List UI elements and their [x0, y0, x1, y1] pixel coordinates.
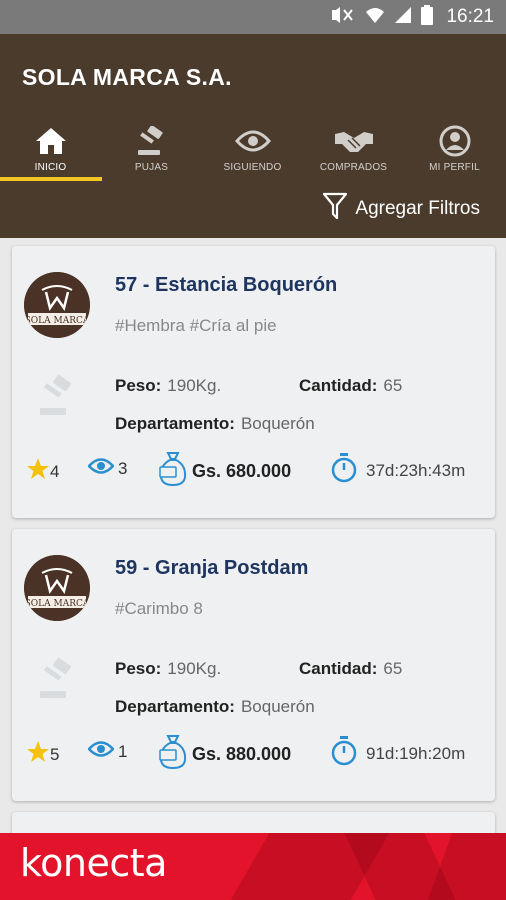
app-header: SOLA MARCA S.A. INICIO PUJAS SIGUIENDO C… [0, 34, 506, 238]
view-count: 3 [87, 457, 127, 480]
svg-text:SOLA MARCA: SOLA MARCA [25, 599, 90, 609]
time-left: 91d:19h:20m [330, 736, 465, 771]
add-filters-button[interactable]: Agregar Filtros [323, 192, 480, 226]
eye-icon [87, 740, 115, 763]
lot-stats: 5 1 Gs. 880.000 91d:19h:20m [26, 734, 486, 770]
lot-card[interactable]: SOLA MARCA 57 - Estancia Boquerón #Hembr… [12, 246, 495, 518]
banner-brand: konecta [20, 841, 167, 885]
money-bag-icon [158, 734, 188, 775]
seller-logo: SOLA MARCA [24, 555, 90, 621]
lot-stats: 4 3 Gs. 680.000 37d:23h:43m [26, 451, 486, 487]
cantidad-row: Cantidad: 65 [299, 376, 403, 395]
rating: 5 [26, 740, 59, 769]
peso-row: Peso: 190Kg. [115, 659, 222, 678]
banner-decoration [427, 833, 506, 900]
price: Gs. 880.000 [158, 734, 291, 775]
stopwatch-icon [330, 736, 358, 771]
star-icon [26, 457, 50, 486]
lot-card[interactable]: SOLA MARCA 59 - Granja Postdam #Carimbo … [12, 529, 495, 801]
tab-inicio[interactable]: INICIO [0, 124, 101, 182]
svg-text:SOLA MARCA: SOLA MARCA [25, 316, 90, 326]
filter-icon [323, 192, 348, 226]
lot-title[interactable]: 59 - Granja Postdam [115, 557, 308, 580]
cantidad-row: Cantidad: 65 [299, 659, 403, 678]
view-count: 1 [87, 740, 127, 763]
price: Gs. 680.000 [158, 451, 291, 492]
stopwatch-icon [330, 453, 358, 488]
tab-bar: INICIO PUJAS SIGUIENDO COMPRADOS MI PERF… [0, 124, 506, 182]
handshake-icon [334, 124, 374, 158]
seller-logo: SOLA MARCA [24, 272, 90, 338]
active-tab-indicator [0, 177, 102, 181]
gavel-icon [136, 124, 168, 158]
home-icon [34, 124, 68, 158]
mute-icon [330, 6, 356, 29]
money-bag-icon [158, 451, 188, 492]
peso-row: Peso: 190Kg. [115, 376, 222, 395]
wifi-icon [365, 6, 385, 29]
app-title: SOLA MARCA S.A. [22, 64, 232, 90]
tab-siguiendo[interactable]: SIGUIENDO [202, 124, 303, 182]
tab-pujas[interactable]: PUJAS [101, 124, 202, 182]
battery-icon [421, 4, 434, 30]
tab-comprados[interactable]: COMPRADOS [303, 124, 404, 182]
ad-banner[interactable]: konecta [0, 833, 506, 900]
tab-mi-perfil[interactable]: MI PERFIL [404, 124, 505, 182]
rating: 4 [26, 457, 59, 486]
time-left: 37d:23h:43m [330, 453, 465, 488]
status-bar: 16:21 [0, 0, 506, 34]
lot-tags: #Hembra #Cría al pie [115, 316, 277, 335]
bid-gavel-icon[interactable] [38, 374, 82, 423]
lot-title[interactable]: 57 - Estancia Boquerón [115, 274, 337, 297]
clock: 16:21 [446, 6, 494, 27]
eye-icon [87, 457, 115, 480]
lot-tags: #Carimbo 8 [115, 599, 203, 618]
add-filters-label: Agregar Filtros [355, 198, 480, 219]
departamento-row: Departamento: Boquerón [115, 697, 315, 716]
departamento-row: Departamento: Boquerón [115, 414, 315, 433]
user-icon [439, 124, 471, 158]
eye-icon [234, 124, 271, 158]
bid-gavel-icon[interactable] [38, 657, 82, 706]
star-icon [26, 740, 50, 769]
signal-icon [394, 6, 412, 29]
